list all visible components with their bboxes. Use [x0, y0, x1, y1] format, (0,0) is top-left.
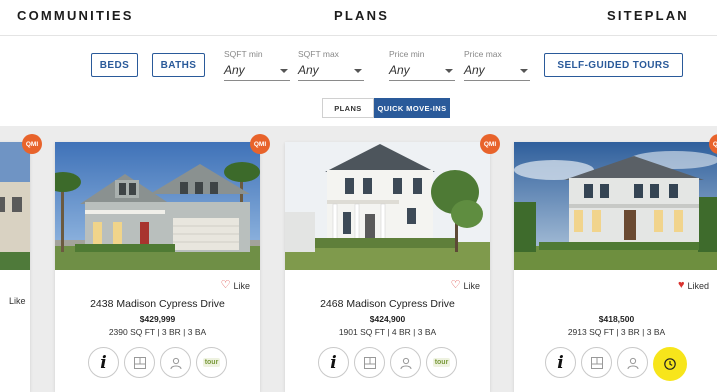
home-photo: [514, 142, 717, 270]
floorplan-icon: [590, 356, 603, 369]
chevron-down-icon: [445, 69, 453, 73]
person-icon: [627, 357, 638, 369]
listing-card[interactable]: ♡ Like 2468 Madison Cypress Drive $424,9…: [285, 142, 490, 392]
floorplan-icon: [363, 356, 376, 369]
home-photo: [55, 142, 260, 270]
like-label[interactable]: Like: [9, 296, 26, 306]
self-guided-tours-button[interactable]: SELF-GUIDED TOURS: [544, 53, 683, 77]
tab-plans[interactable]: PLANS: [322, 98, 374, 118]
tour-logo: tour: [432, 358, 451, 367]
nav-siteplan[interactable]: SITEPLAN: [607, 8, 689, 23]
clock-icon: [664, 358, 676, 370]
qmi-badge: QMI: [480, 134, 500, 154]
listing-card[interactable]: ♥ Liked $418,500 2913 SQ FT | 3 BR | 3 B…: [514, 142, 717, 392]
price-max-label: Price max: [464, 49, 502, 59]
tour-button[interactable]: tour: [196, 347, 227, 378]
chevron-down-icon: [280, 69, 288, 73]
heart-outline-icon: ♡: [220, 279, 231, 291]
sqft-min-value: Any: [224, 63, 245, 77]
schedule-tour-button[interactable]: [653, 347, 687, 381]
chevron-down-icon: [354, 69, 362, 73]
listing-actions: i tour: [55, 347, 260, 378]
info-button[interactable]: i: [545, 347, 576, 378]
sqft-min-select[interactable]: SQFT min Any: [224, 47, 290, 81]
heart-filled-icon: ♥: [677, 279, 685, 291]
qmi-badge: QMI: [22, 134, 42, 154]
liked-button[interactable]: ♥ Liked: [678, 280, 709, 291]
filter-bar: BEDS BATHS SQFT min Any SQFT max Any Pri…: [0, 37, 717, 92]
info-icon: i: [330, 352, 337, 373]
home-photo: [285, 142, 490, 270]
tour-logo: tour: [202, 358, 221, 367]
qmi-badge: QMI: [250, 134, 270, 154]
listing-address: 2468 Madison Cypress Drive: [320, 298, 455, 310]
chevron-down-icon: [520, 69, 528, 73]
listing-price: $429,999: [139, 314, 176, 324]
listing-address: 2438 Madison Cypress Drive: [90, 298, 225, 310]
listing-actions: i: [514, 347, 717, 381]
listing-actions: i tour: [285, 347, 490, 378]
heart-outline-icon: ♡: [450, 279, 461, 291]
price-max-select[interactable]: Price max Any: [464, 47, 530, 81]
floorplan-button[interactable]: [581, 347, 612, 378]
floorplan-button[interactable]: [124, 347, 155, 378]
beds-filter-button[interactable]: BEDS: [91, 53, 138, 77]
listing-price: $418,500: [598, 314, 635, 324]
listing-card-partial[interactable]: Like: [0, 142, 30, 392]
top-navigation: COMMUNITIES PLANS SITEPLAN: [0, 0, 717, 36]
nav-plans[interactable]: PLANS: [334, 8, 389, 23]
price-min-select[interactable]: Price min Any: [389, 47, 455, 81]
home-photo: [0, 142, 30, 270]
sqft-max-select[interactable]: SQFT max Any: [298, 47, 364, 81]
like-button[interactable]: ♡ Like: [451, 280, 480, 291]
tour-button[interactable]: tour: [426, 347, 457, 378]
listing-specs: 1901 SQ FT | 4 BR | 3 BA: [338, 327, 437, 337]
floorplan-button[interactable]: [354, 347, 385, 378]
nav-communities[interactable]: COMMUNITIES: [17, 8, 134, 23]
price-min-value: Any: [389, 63, 410, 77]
person-icon: [170, 357, 181, 369]
like-label: Like: [233, 280, 250, 291]
sqft-max-value: Any: [298, 63, 319, 77]
agent-button[interactable]: [390, 347, 421, 378]
like-button[interactable]: ♡ Like: [221, 280, 250, 291]
info-button[interactable]: i: [318, 347, 349, 378]
sqft-min-label: SQFT min: [224, 49, 263, 59]
info-icon: i: [100, 352, 107, 373]
like-label: Liked: [687, 280, 709, 291]
listing-card[interactable]: ♡ Like 2438 Madison Cypress Drive $429,9…: [55, 142, 260, 392]
agent-button[interactable]: [617, 347, 648, 378]
sqft-max-label: SQFT max: [298, 49, 339, 59]
price-max-value: Any: [464, 63, 485, 77]
info-button[interactable]: i: [88, 347, 119, 378]
agent-button[interactable]: [160, 347, 191, 378]
person-icon: [400, 357, 411, 369]
tab-quick-move-ins[interactable]: QUICK MOVE-INS: [374, 98, 450, 118]
floorplan-icon: [133, 356, 146, 369]
listings-carousel: Like QMI ♡ Like 2438 Madison Cypress Dri…: [0, 126, 717, 392]
baths-filter-button[interactable]: BATHS: [152, 53, 205, 77]
like-label: Like: [463, 280, 480, 291]
info-icon: i: [557, 352, 564, 373]
listing-specs: 2913 SQ FT | 3 BR | 3 BA: [567, 327, 666, 337]
price-min-label: Price min: [389, 49, 425, 59]
listing-price: $424,900: [369, 314, 406, 324]
listing-specs: 2390 SQ FT | 3 BR | 3 BA: [108, 327, 207, 337]
